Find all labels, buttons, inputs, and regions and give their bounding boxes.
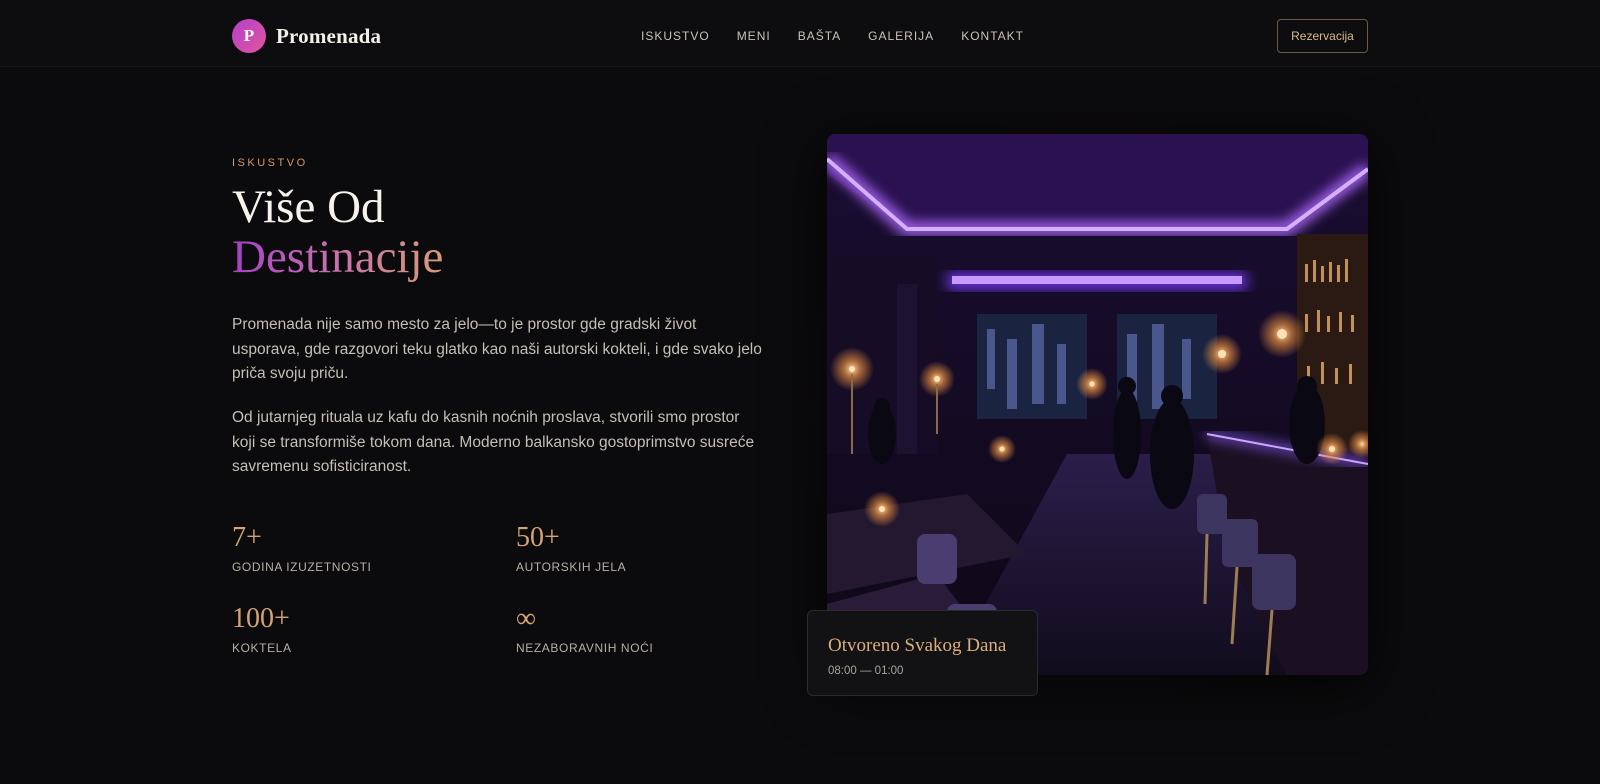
logo-badge-icon: P xyxy=(232,19,266,53)
brand-name: Promenada xyxy=(276,23,382,48)
stat-nights: ∞ NEZABORAVNIH NOĆI xyxy=(516,603,653,655)
nav-item-kontakt[interactable]: KONTAKT xyxy=(961,28,1024,44)
stat-value: 7+ xyxy=(232,522,262,553)
reservation-button[interactable]: Rezervacija xyxy=(1277,19,1368,53)
intro-paragraph-2: Od jutarnjeg rituala uz kafu do kasnih n… xyxy=(232,409,755,475)
main-nav: ISKUSTVO MENI BAŠTA GALERIJA KONTAKT xyxy=(641,28,1051,44)
stat-label: GODINA IZUZETNOSTI xyxy=(232,560,372,574)
hours-time: 08:00 — 01:00 xyxy=(828,665,904,677)
stat-cocktails: 100+ KOKTELA xyxy=(232,603,292,655)
stat-value: 50+ xyxy=(516,522,560,553)
page-title: Više Od Destinacije xyxy=(232,182,443,282)
opening-hours-card: Otvoreno Svakog Dana 08:00 — 01:00 xyxy=(807,610,1038,696)
nav-item-galerija[interactable]: GALERIJA xyxy=(868,28,934,44)
section-eyebrow: ISKUSTVO xyxy=(232,157,308,169)
intro-paragraph-1: Promenada nije samo mesto za jelo—to je … xyxy=(232,316,762,382)
stat-dishes: 50+ AUTORSKIH JELA xyxy=(516,522,626,574)
hours-title: Otvoreno Svakog Dana xyxy=(828,635,1007,656)
stat-label: AUTORSKIH JELA xyxy=(516,560,627,574)
stat-value: 100+ xyxy=(232,603,290,634)
title-line-2: Destinacije xyxy=(232,231,444,283)
restaurant-interior-image xyxy=(827,134,1368,675)
stat-label: KOKTELA xyxy=(232,641,292,655)
site-header: P Promenada ISKUSTVO MENI BAŠTA GALERIJA… xyxy=(0,0,1600,67)
nav-item-basta[interactable]: BAŠTA xyxy=(798,28,841,44)
stat-years: 7+ GODINA IZUZETNOSTI xyxy=(232,522,371,574)
title-line-1: Više Od xyxy=(232,181,385,233)
nav-item-meni[interactable]: MENI xyxy=(737,28,771,44)
nav-item-iskustvo[interactable]: ISKUSTVO xyxy=(641,28,710,44)
stat-label: NEZABORAVNIH NOĆI xyxy=(516,641,654,655)
brand-logo[interactable]: P Promenada xyxy=(232,19,381,53)
stat-value: ∞ xyxy=(516,603,536,634)
